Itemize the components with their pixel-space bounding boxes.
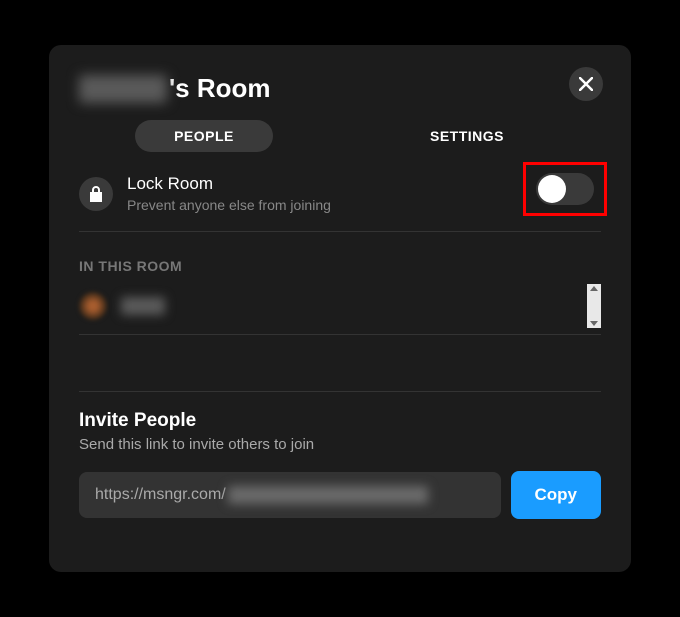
scroll-down-icon bbox=[590, 321, 598, 326]
participant-name-redacted bbox=[121, 297, 165, 315]
toggle-highlight-box bbox=[523, 162, 607, 216]
lock-room-row: Lock Room Prevent anyone else from joini… bbox=[79, 174, 601, 232]
room-owner-name-redacted bbox=[79, 75, 167, 103]
in-this-room-heading: IN THIS ROOM bbox=[79, 258, 601, 274]
invite-link-input[interactable]: https://msngr.com/ bbox=[79, 472, 501, 518]
invite-link-row: https://msngr.com/ Copy bbox=[79, 471, 601, 519]
room-modal: 's Room PEOPLE SETTINGS Lock Room Preven… bbox=[49, 45, 631, 572]
scroll-up-icon bbox=[590, 286, 598, 291]
tab-people[interactable]: PEOPLE bbox=[135, 120, 273, 152]
invite-subtitle: Send this link to invite others to join bbox=[79, 436, 601, 453]
lock-room-toggle[interactable] bbox=[536, 173, 594, 205]
invite-link-redacted bbox=[228, 486, 428, 504]
invite-section: Invite People Send this link to invite o… bbox=[79, 391, 601, 519]
lock-icon-container bbox=[79, 177, 113, 211]
close-button[interactable] bbox=[569, 67, 603, 101]
tabs: PEOPLE SETTINGS bbox=[79, 120, 601, 152]
invite-title: Invite People bbox=[79, 410, 601, 432]
toggle-knob bbox=[538, 175, 566, 203]
title-suffix: 's Room bbox=[169, 73, 271, 104]
participant-row bbox=[79, 284, 601, 335]
modal-title: 's Room bbox=[79, 73, 601, 104]
tab-settings[interactable]: SETTINGS bbox=[273, 120, 601, 152]
copy-button[interactable]: Copy bbox=[511, 471, 602, 519]
lock-icon bbox=[88, 185, 104, 203]
avatar bbox=[79, 292, 107, 320]
invite-link-prefix: https://msngr.com/ bbox=[95, 486, 226, 504]
scrollbar[interactable] bbox=[587, 284, 601, 328]
close-icon bbox=[579, 77, 593, 91]
